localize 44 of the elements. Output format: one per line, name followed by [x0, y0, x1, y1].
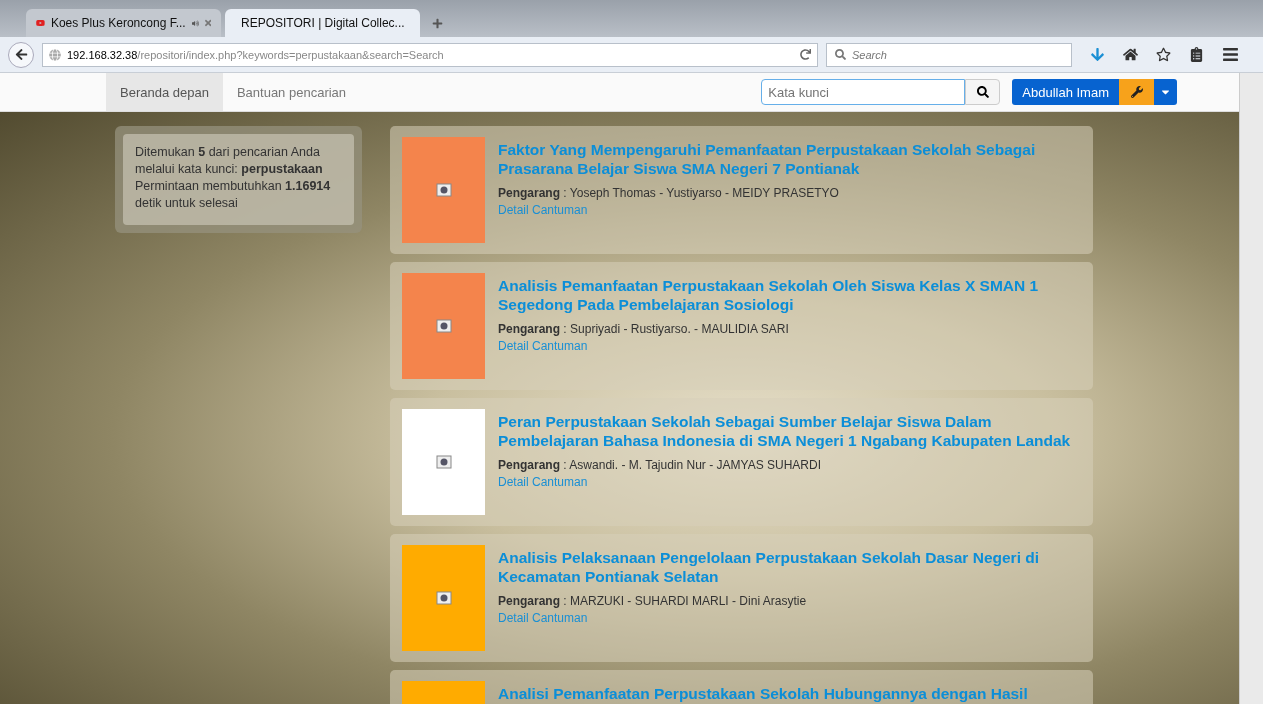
- search-summary: Ditemukan 5 dari pencarian Anda melalui kata kunci: perpustakaan Permintaan membutuhkan 1.16914 detik untuk selesai: [123, 134, 354, 225]
- result-title[interactable]: Analisis Pemanfaatan Perpustakaan Sekolah Oleh Siswa Kelas X SMAN 1 Segedong Pada Pembelajaran Sosiologi: [498, 276, 1081, 314]
- detail-link[interactable]: Detail Cantuman: [498, 339, 1081, 353]
- new-tab-icon[interactable]: [432, 18, 443, 29]
- reload-icon[interactable]: [800, 49, 811, 60]
- emblem-icon: [435, 319, 452, 333]
- result-title[interactable]: Analisi Pemanfaatan Perpustakaan Sekolah Hubungannya dengan Hasil: [498, 684, 1028, 703]
- back-button[interactable]: [8, 41, 34, 68]
- close-icon[interactable]: [204, 18, 211, 28]
- search-button[interactable]: [965, 79, 1001, 105]
- address-field[interactable]: 192.168.32.38/repositori/index.php?keywords=perpustakaan&search=Search: [42, 42, 818, 67]
- result-title[interactable]: Peran Perpustakaan Sekolah Sebagai Sumber Belajar Siswa Dalam Pembelajaran Bahasa Indonesia di SMA Negeri 1 Ngabang Kabupaten Landak: [498, 412, 1081, 450]
- detail-link[interactable]: Detail Cantuman: [498, 475, 1081, 489]
- emblem-icon: [435, 183, 452, 197]
- dropdown-button[interactable]: [1154, 79, 1177, 105]
- emblem-icon: [435, 455, 452, 469]
- emblem-icon: [435, 591, 452, 605]
- clipboard-icon[interactable]: [1189, 47, 1204, 62]
- result-title[interactable]: Faktor Yang Mempengaruhi Pemanfaatan Perpustakaan Sekolah Sebagai Prasarana Belajar Siswa SMA Negeri 7 Pontianak: [498, 140, 1081, 178]
- back-arrow-icon: [14, 48, 28, 61]
- download-icon[interactable]: [1090, 47, 1105, 62]
- nav-link[interactable]: Beranda depan: [106, 73, 223, 111]
- scrollbar[interactable]: [1239, 73, 1263, 704]
- keyword-field[interactable]: Kata kunci: [761, 79, 966, 105]
- home-icon[interactable]: [1123, 47, 1138, 62]
- author-line: Pengarang : Aswandi. - M. Tajudin Nur - JAMYAS SUHARDI: [498, 458, 822, 472]
- nav-link[interactable]: Bantuan pencarian: [222, 73, 361, 111]
- detail-link[interactable]: Detail Cantuman: [498, 611, 1081, 625]
- browser-search-field[interactable]: Search: [826, 42, 1072, 67]
- user-button[interactable]: Abdullah Imam: [1012, 79, 1119, 105]
- menu-icon[interactable]: [1222, 46, 1239, 63]
- search-icon: [976, 86, 989, 98]
- author-line: Pengarang : Supriyadi - Rustiyarso. - MAULIDIA SARI: [498, 322, 790, 336]
- star-icon[interactable]: [1156, 47, 1171, 62]
- wrench-button[interactable]: [1119, 79, 1154, 105]
- author-line: Pengarang : MARZUKI - SUHARDI MARLI - Dini Arasytie: [498, 594, 808, 608]
- wrench-icon: [1130, 86, 1143, 98]
- author-line: Pengarang : Yoseph Thomas - Yustiyarso - MEIDY PRASETYO: [498, 186, 840, 200]
- browser-tab[interactable]: REPOSITORI | Digital Collec...: [225, 9, 420, 37]
- result-title[interactable]: Analisis Pelaksanaan Pengelolaan Perpustakaan Sekolah Dasar Negeri di Kecamatan Pontianak Selatan: [498, 548, 1081, 586]
- globe-icon: [49, 48, 61, 61]
- search-icon: [835, 49, 846, 60]
- browser-tab[interactable]: Koes Plus Keroncong F...: [26, 9, 221, 37]
- detail-link[interactable]: Detail Cantuman: [498, 203, 1081, 217]
